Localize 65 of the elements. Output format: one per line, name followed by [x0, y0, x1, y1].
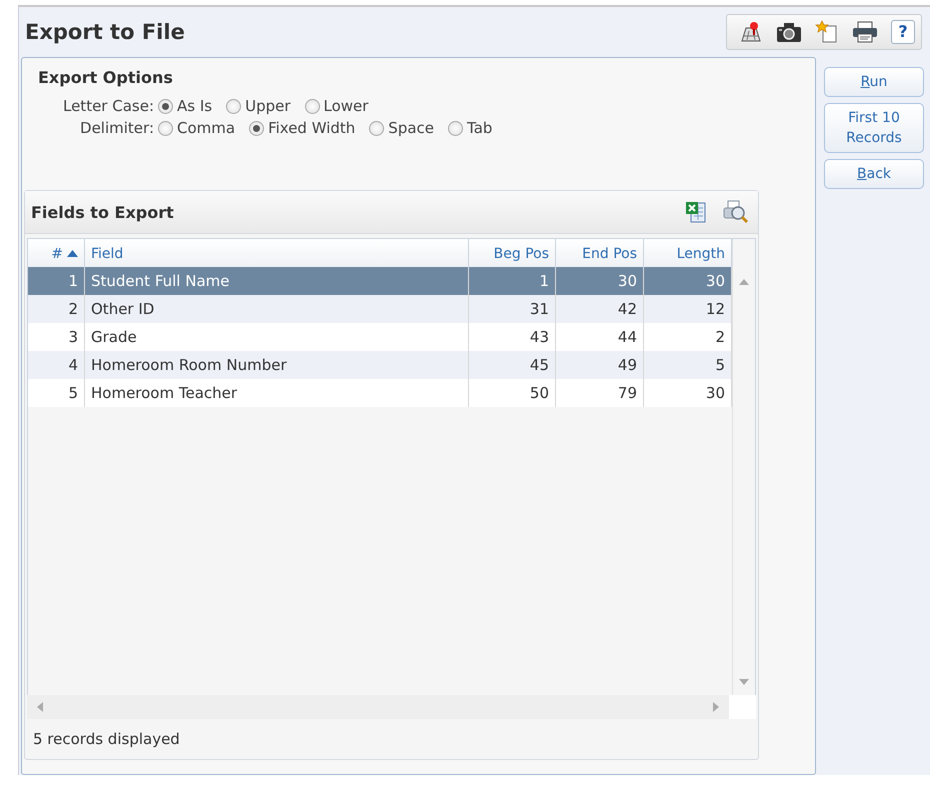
- action-button[interactable]: Back: [824, 159, 924, 189]
- table-cell[interactable]: Student Full Name: [85, 267, 469, 295]
- option-label[interactable]: Upper: [245, 97, 291, 115]
- table-cell[interactable]: 44: [556, 323, 644, 351]
- option-label[interactable]: Space: [388, 119, 434, 137]
- new-document-icon[interactable]: [815, 20, 839, 44]
- table-cell[interactable]: 1: [469, 267, 556, 295]
- table-cell[interactable]: 5: [644, 351, 732, 379]
- table-cell[interactable]: Homeroom Teacher: [85, 379, 469, 407]
- table-cell[interactable]: Homeroom Room Number: [85, 351, 469, 379]
- column-header[interactable]: Length: [644, 239, 732, 269]
- table-cell[interactable]: 50: [469, 379, 556, 407]
- radio-button[interactable]: [158, 120, 173, 136]
- window-title: Export to File: [25, 20, 185, 44]
- option-label[interactable]: Comma: [177, 119, 236, 137]
- field-label: Delimiter:: [79, 119, 155, 137]
- table-cell[interactable]: 31: [469, 295, 556, 323]
- panel-title: Fields to Export: [31, 202, 174, 222]
- table-cell[interactable]: 2: [28, 295, 85, 323]
- table-cell[interactable]: 3: [28, 323, 85, 351]
- column-header[interactable]: Field: [85, 239, 469, 269]
- option-label[interactable]: As Is: [177, 97, 212, 115]
- column-header[interactable]: #: [28, 239, 85, 269]
- scroll-left-arrow[interactable]: [37, 702, 43, 712]
- camera-icon[interactable]: [775, 20, 803, 44]
- radio-button[interactable]: [304, 98, 320, 114]
- table-cell[interactable]: 5: [28, 379, 85, 407]
- option-label[interactable]: Tab: [467, 119, 492, 137]
- radio-button[interactable]: [249, 120, 264, 136]
- option-label[interactable]: Lower: [324, 97, 368, 115]
- action-button[interactable]: Run: [824, 67, 924, 97]
- print-preview-icon[interactable]: [722, 199, 750, 225]
- table-cell[interactable]: 43: [469, 323, 556, 351]
- help-button[interactable]: ?: [891, 20, 915, 44]
- radio-button[interactable]: [226, 98, 242, 114]
- spreadsheet-icon[interactable]: [684, 200, 708, 224]
- table-cell[interactable]: 30: [644, 267, 732, 295]
- status-text: 5 records displayed: [32, 729, 181, 750]
- print-icon[interactable]: [851, 20, 879, 44]
- table-cell[interactable]: 12: [644, 295, 732, 323]
- radio-button[interactable]: [158, 98, 173, 114]
- table-cell[interactable]: 79: [556, 379, 644, 407]
- table-cell[interactable]: 30: [556, 267, 644, 295]
- option-label[interactable]: Fixed Width: [268, 119, 356, 137]
- table-cell[interactable]: 42: [556, 295, 644, 323]
- table-cell[interactable]: 45: [469, 351, 556, 379]
- table-cell[interactable]: Other ID: [85, 295, 469, 323]
- horizontal-scrollbar[interactable]: [27, 695, 729, 719]
- table-cell[interactable]: 1: [28, 267, 85, 295]
- action-button[interactable]: First 10 Records: [824, 103, 924, 153]
- radio-button[interactable]: [448, 120, 464, 136]
- table-cell[interactable]: 30: [644, 379, 732, 407]
- table-cell[interactable]: 49: [556, 351, 644, 379]
- radio-button[interactable]: [369, 120, 384, 136]
- table-cell[interactable]: 2: [644, 323, 732, 351]
- field-label: Letter Case:: [62, 97, 155, 115]
- scroll-right-arrow[interactable]: [713, 702, 719, 712]
- table-cell[interactable]: 4: [28, 351, 85, 379]
- column-header[interactable]: End Pos: [556, 239, 644, 269]
- section-title: Export Options: [38, 68, 174, 87]
- scroll-up-arrow[interactable]: [739, 279, 749, 285]
- column-header[interactable]: Beg Pos: [469, 239, 556, 269]
- table-cell[interactable]: Grade: [85, 323, 469, 351]
- scroll-down-arrow[interactable]: [739, 679, 749, 685]
- map-pin-icon[interactable]: [739, 20, 763, 44]
